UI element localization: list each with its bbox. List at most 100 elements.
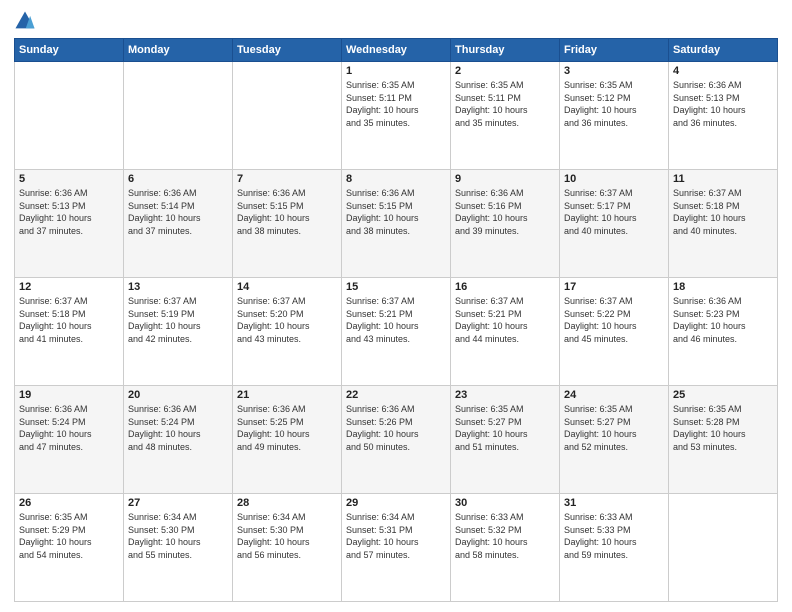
day-number: 23 [455, 389, 555, 401]
week-row-3: 12 Sunrise: 6:37 AM Sunset: 5:18 PM Dayli… [15, 278, 778, 386]
calendar-cell: 20 Sunrise: 6:36 AM Sunset: 5:24 PM Dayli… [124, 386, 233, 494]
calendar-cell: 31 Sunrise: 6:33 AM Sunset: 5:33 PM Dayli… [560, 494, 669, 602]
calendar-cell: 12 Sunrise: 6:37 AM Sunset: 5:18 PM Dayli… [15, 278, 124, 386]
day-info: Sunrise: 6:36 AM Sunset: 5:24 PM Dayligh… [128, 403, 228, 453]
day-info: Sunrise: 6:33 AM Sunset: 5:32 PM Dayligh… [455, 511, 555, 561]
day-info: Sunrise: 6:37 AM Sunset: 5:21 PM Dayligh… [455, 295, 555, 345]
day-info: Sunrise: 6:37 AM Sunset: 5:22 PM Dayligh… [564, 295, 664, 345]
calendar-cell: 14 Sunrise: 6:37 AM Sunset: 5:20 PM Dayli… [233, 278, 342, 386]
day-info: Sunrise: 6:36 AM Sunset: 5:24 PM Dayligh… [19, 403, 119, 453]
day-number: 24 [564, 389, 664, 401]
day-info: Sunrise: 6:37 AM Sunset: 5:17 PM Dayligh… [564, 187, 664, 237]
weekday-row: SundayMondayTuesdayWednesdayThursdayFrid… [15, 39, 778, 62]
calendar-cell: 4Sunrise: 6:36 AM Sunset: 5:13 PM Daylig… [669, 62, 778, 170]
weekday-header-friday: Friday [560, 39, 669, 62]
day-number: 31 [564, 497, 664, 509]
day-info: Sunrise: 6:35 AM Sunset: 5:27 PM Dayligh… [455, 403, 555, 453]
calendar-table: SundayMondayTuesdayWednesdayThursdayFrid… [14, 38, 778, 602]
calendar-cell: 1 Sunrise: 6:35 AM Sunset: 5:11 PM Daylig… [342, 62, 451, 170]
calendar-cell: 6 Sunrise: 6:36 AM Sunset: 5:14 PM Daylig… [124, 170, 233, 278]
weekday-header-monday: Monday [124, 39, 233, 62]
logo [14, 10, 40, 32]
calendar-cell: 28 Sunrise: 6:34 AM Sunset: 5:30 PM Dayli… [233, 494, 342, 602]
day-number: 18 [673, 281, 773, 293]
calendar-cell: 8Sunrise: 6:36 AM Sunset: 5:15 PM Daylig… [342, 170, 451, 278]
day-number: 7 [237, 173, 337, 185]
day-number: 13 [128, 281, 228, 293]
page: SundayMondayTuesdayWednesdayThursdayFrid… [0, 0, 792, 612]
calendar-cell: 13 Sunrise: 6:37 AM Sunset: 5:19 PM Dayli… [124, 278, 233, 386]
weekday-header-sunday: Sunday [15, 39, 124, 62]
calendar-cell: 16 Sunrise: 6:37 AM Sunset: 5:21 PM Dayli… [451, 278, 560, 386]
calendar-cell [15, 62, 124, 170]
calendar-cell: 7 Sunrise: 6:36 AM Sunset: 5:15 PM Daylig… [233, 170, 342, 278]
day-number: 2 [455, 65, 555, 77]
day-number: 30 [455, 497, 555, 509]
day-info: Sunrise: 6:36 AM Sunset: 5:13 PM Dayligh… [673, 79, 773, 129]
day-number: 21 [237, 389, 337, 401]
day-number: 1 [346, 65, 446, 77]
calendar-cell [233, 62, 342, 170]
day-info: Sunrise: 6:35 AM Sunset: 5:29 PM Dayligh… [19, 511, 119, 561]
calendar-cell: 24 Sunrise: 6:35 AM Sunset: 5:27 PM Dayli… [560, 386, 669, 494]
day-number: 26 [19, 497, 119, 509]
day-info: Sunrise: 6:35 AM Sunset: 5:28 PM Dayligh… [673, 403, 773, 453]
calendar-cell: 15 Sunrise: 6:37 AM Sunset: 5:21 PM Dayli… [342, 278, 451, 386]
day-number: 3 [564, 65, 664, 77]
day-info: Sunrise: 6:37 AM Sunset: 5:18 PM Dayligh… [673, 187, 773, 237]
calendar-cell: 25 Sunrise: 6:35 AM Sunset: 5:28 PM Dayli… [669, 386, 778, 494]
day-number: 5 [19, 173, 119, 185]
week-row-5: 26 Sunrise: 6:35 AM Sunset: 5:29 PM Dayli… [15, 494, 778, 602]
day-number: 6 [128, 173, 228, 185]
day-info: Sunrise: 6:36 AM Sunset: 5:25 PM Dayligh… [237, 403, 337, 453]
day-number: 16 [455, 281, 555, 293]
day-info: Sunrise: 6:37 AM Sunset: 5:20 PM Dayligh… [237, 295, 337, 345]
day-info: Sunrise: 6:33 AM Sunset: 5:33 PM Dayligh… [564, 511, 664, 561]
day-info: Sunrise: 6:36 AM Sunset: 5:14 PM Dayligh… [128, 187, 228, 237]
day-info: Sunrise: 6:37 AM Sunset: 5:21 PM Dayligh… [346, 295, 446, 345]
calendar-cell: 18 Sunrise: 6:36 AM Sunset: 5:23 PM Dayli… [669, 278, 778, 386]
day-info: Sunrise: 6:36 AM Sunset: 5:26 PM Dayligh… [346, 403, 446, 453]
day-info: Sunrise: 6:34 AM Sunset: 5:30 PM Dayligh… [128, 511, 228, 561]
day-info: Sunrise: 6:35 AM Sunset: 5:11 PM Dayligh… [346, 79, 446, 129]
calendar-cell: 3 Sunrise: 6:35 AM Sunset: 5:12 PM Daylig… [560, 62, 669, 170]
weekday-header-tuesday: Tuesday [233, 39, 342, 62]
calendar-cell: 21 Sunrise: 6:36 AM Sunset: 5:25 PM Dayli… [233, 386, 342, 494]
day-info: Sunrise: 6:37 AM Sunset: 5:19 PM Dayligh… [128, 295, 228, 345]
week-row-1: 1 Sunrise: 6:35 AM Sunset: 5:11 PM Daylig… [15, 62, 778, 170]
calendar-cell: 2 Sunrise: 6:35 AM Sunset: 5:11 PM Daylig… [451, 62, 560, 170]
day-number: 19 [19, 389, 119, 401]
header [14, 10, 778, 32]
day-number: 22 [346, 389, 446, 401]
logo-icon [14, 10, 36, 32]
calendar-cell: 22 Sunrise: 6:36 AM Sunset: 5:26 PM Dayli… [342, 386, 451, 494]
calendar-cell: 23 Sunrise: 6:35 AM Sunset: 5:27 PM Dayli… [451, 386, 560, 494]
calendar-cell: 27Sunrise: 6:34 AM Sunset: 5:30 PM Dayli… [124, 494, 233, 602]
day-number: 28 [237, 497, 337, 509]
day-info: Sunrise: 6:35 AM Sunset: 5:11 PM Dayligh… [455, 79, 555, 129]
calendar-cell: 17 Sunrise: 6:37 AM Sunset: 5:22 PM Dayli… [560, 278, 669, 386]
weekday-header-thursday: Thursday [451, 39, 560, 62]
day-info: Sunrise: 6:35 AM Sunset: 5:27 PM Dayligh… [564, 403, 664, 453]
calendar-cell [669, 494, 778, 602]
day-number: 8 [346, 173, 446, 185]
day-info: Sunrise: 6:35 AM Sunset: 5:12 PM Dayligh… [564, 79, 664, 129]
calendar-cell: 26 Sunrise: 6:35 AM Sunset: 5:29 PM Dayli… [15, 494, 124, 602]
day-info: Sunrise: 6:37 AM Sunset: 5:18 PM Dayligh… [19, 295, 119, 345]
day-info: Sunrise: 6:36 AM Sunset: 5:15 PM Dayligh… [237, 187, 337, 237]
week-row-2: 5 Sunrise: 6:36 AM Sunset: 5:13 PM Daylig… [15, 170, 778, 278]
day-info: Sunrise: 6:34 AM Sunset: 5:30 PM Dayligh… [237, 511, 337, 561]
day-number: 14 [237, 281, 337, 293]
day-number: 25 [673, 389, 773, 401]
day-number: 15 [346, 281, 446, 293]
calendar-cell: 19 Sunrise: 6:36 AM Sunset: 5:24 PM Dayli… [15, 386, 124, 494]
calendar-cell [124, 62, 233, 170]
day-info: Sunrise: 6:36 AM Sunset: 5:13 PM Dayligh… [19, 187, 119, 237]
day-number: 17 [564, 281, 664, 293]
calendar-header: SundayMondayTuesdayWednesdayThursdayFrid… [15, 39, 778, 62]
day-number: 12 [19, 281, 119, 293]
day-info: Sunrise: 6:36 AM Sunset: 5:16 PM Dayligh… [455, 187, 555, 237]
day-number: 20 [128, 389, 228, 401]
day-number: 9 [455, 173, 555, 185]
day-info: Sunrise: 6:36 AM Sunset: 5:23 PM Dayligh… [673, 295, 773, 345]
